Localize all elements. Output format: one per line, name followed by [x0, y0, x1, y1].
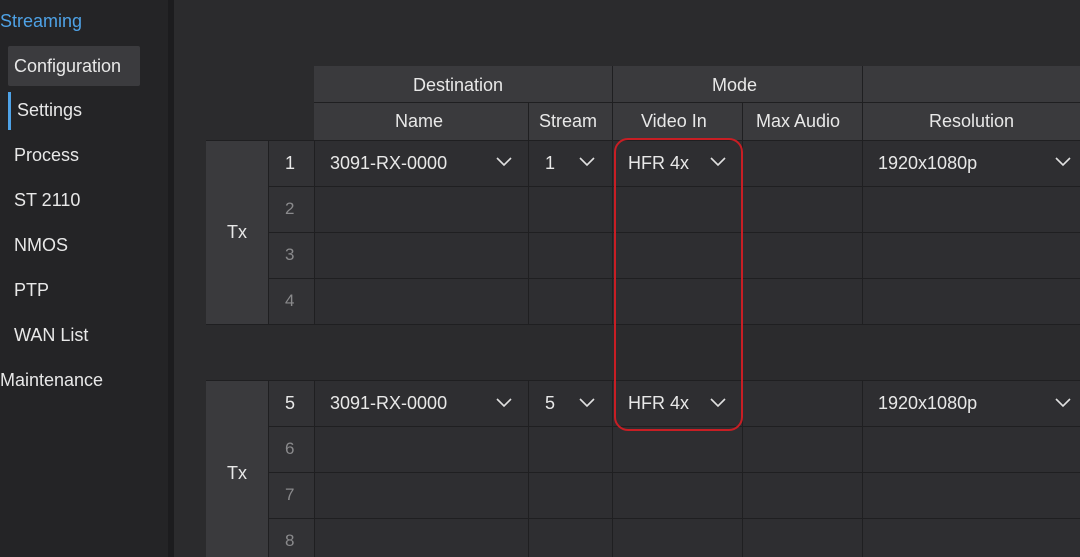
chevron-down-icon — [579, 157, 595, 167]
chevron-down-icon — [1055, 398, 1071, 408]
name-value: 3091-RX-0000 — [330, 393, 448, 413]
resolution-value: 1920x1080p — [878, 393, 978, 413]
chevron-down-icon — [496, 157, 512, 167]
sidebar-item-st2110[interactable]: ST 2110 — [14, 188, 80, 212]
column-header-stream: Stream — [539, 111, 598, 131]
column-header-resolution: Resolution — [929, 111, 1015, 131]
resolution-value: 1920x1080p — [878, 153, 978, 173]
column-header-name: Name — [395, 111, 444, 131]
row-index: 5 — [285, 393, 296, 413]
header-mode: Mode — [712, 75, 758, 95]
row-index: 3 — [285, 245, 295, 264]
row-index: 1 — [285, 153, 296, 173]
header-destination: Destination — [413, 75, 504, 95]
chevron-down-icon — [496, 398, 512, 408]
sidebar-item-settings[interactable]: Settings — [17, 98, 82, 122]
chevron-down-icon — [579, 398, 595, 408]
sidebar-item-configuration[interactable]: Configuration — [8, 46, 140, 86]
stream-value: 5 — [545, 393, 556, 413]
chevron-down-icon — [1055, 157, 1071, 167]
sidebar-item-ptp[interactable]: PTP — [14, 278, 49, 302]
active-indicator — [8, 92, 11, 130]
video-in-highlight — [614, 138, 743, 431]
stream-value: 1 — [545, 153, 556, 173]
sidebar-section-maintenance[interactable]: Maintenance — [0, 368, 103, 392]
row-index: 2 — [285, 199, 295, 218]
sidebar-item-process[interactable]: Process — [14, 143, 79, 167]
row-index: 6 — [285, 439, 295, 458]
sidebar-divider — [168, 0, 174, 557]
column-header-video-in: Video In — [641, 111, 707, 131]
row-index: 7 — [285, 485, 295, 504]
name-value: 3091-RX-0000 — [330, 153, 448, 173]
sidebar-item-wan-list[interactable]: WAN List — [14, 323, 88, 347]
sidebar-section-streaming[interactable]: Streaming — [0, 9, 82, 33]
row-index: 4 — [285, 291, 295, 310]
column-header-max-audio: Max Audio — [756, 111, 841, 131]
tx-label: Tx — [227, 222, 247, 242]
row-index: 8 — [285, 531, 295, 550]
sidebar-item-nmos[interactable]: NMOS — [14, 233, 68, 257]
sidebar: Streaming Configuration Settings Process… — [0, 0, 168, 557]
tx-label: Tx — [227, 463, 247, 483]
